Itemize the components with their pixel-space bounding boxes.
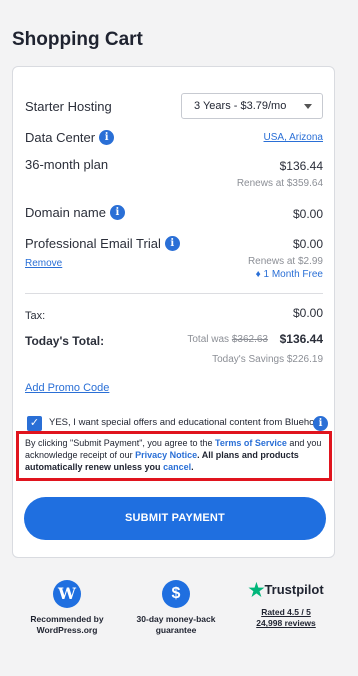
payment-notice: By clicking "Submit Payment", you agree … bbox=[16, 431, 332, 481]
wordpress-badge: W Recommended by WordPress.org bbox=[22, 580, 112, 636]
tax-row: Tax: $0.00 bbox=[25, 306, 323, 324]
domain-price: $0.00 bbox=[292, 207, 323, 221]
total-label: Today's Total: bbox=[25, 334, 105, 348]
email-renews: Renews at $2.99 bbox=[247, 256, 323, 267]
data-center-row: Data Center i USA, Arizona bbox=[25, 129, 323, 147]
terms-of-service-link[interactable]: Terms of Service bbox=[215, 438, 287, 448]
cart-card: Starter Hosting 3 Years - $3.79/mo Data … bbox=[12, 66, 335, 558]
offers-consent-text: YES, I want special offers and education… bbox=[49, 417, 325, 428]
wordpress-line1: Recommended by bbox=[30, 614, 104, 624]
plan-label: 36-month plan bbox=[25, 157, 109, 172]
trustpilot-brand: Trustpilot bbox=[264, 582, 324, 597]
wordpress-icon: W bbox=[53, 580, 81, 608]
term-select-value: 3 Years - $3.79/mo bbox=[194, 100, 287, 112]
trustpilot-reviews[interactable]: 24,998 reviews bbox=[256, 618, 316, 628]
data-center-link[interactable]: USA, Arizona bbox=[264, 132, 323, 143]
offers-checkbox[interactable]: ✓ bbox=[27, 416, 42, 431]
info-icon[interactable]: i bbox=[109, 205, 125, 221]
privacy-notice-link[interactable]: Privacy Notice bbox=[135, 450, 197, 460]
add-promo-link[interactable]: Add Promo Code bbox=[25, 382, 109, 394]
product-label: Starter Hosting bbox=[25, 99, 112, 114]
page-title: Shopping Cart bbox=[12, 29, 143, 50]
plan-price: $136.44 bbox=[279, 159, 323, 173]
promo-row: Add Promo Code bbox=[25, 378, 323, 396]
trustpilot-star-icon: ★ bbox=[248, 580, 265, 600]
remove-email-link[interactable]: Remove bbox=[25, 258, 62, 269]
term-select[interactable]: 3 Years - $3.79/mo bbox=[181, 93, 323, 119]
chevron-down-icon bbox=[304, 104, 312, 109]
moneyback-badge: $ 30-day money-back guarantee bbox=[128, 580, 224, 636]
email-price: $0.00 bbox=[292, 237, 323, 251]
trustpilot-rating[interactable]: Rated 4.5 / 5 bbox=[261, 607, 311, 617]
free-month-text: 1 Month Free bbox=[263, 269, 323, 280]
trustpilot-badge: ★Trustpilot Rated 4.5 / 5 24,998 reviews bbox=[238, 581, 334, 629]
email-label: Professional Email Trial bbox=[25, 236, 161, 251]
cancel-link[interactable]: cancel bbox=[163, 462, 191, 472]
wordpress-line2: WordPress.org bbox=[36, 625, 98, 635]
email-row: Professional Email Trial i $0.00 Remove R… bbox=[25, 235, 323, 285]
tax-value: $0.00 bbox=[292, 306, 323, 320]
submit-payment-button[interactable]: SUBMIT PAYMENT bbox=[24, 497, 326, 540]
total-row: Today's Total: $136.44 Total was $362.63… bbox=[25, 332, 323, 368]
domain-label: Domain name bbox=[25, 205, 106, 220]
total-value: $136.44 bbox=[279, 332, 323, 346]
total-savings: Today's Savings $226.19 bbox=[212, 354, 323, 365]
info-icon[interactable]: i bbox=[313, 416, 328, 431]
total-was-prefix: Total was bbox=[187, 334, 230, 345]
notice-text: By clicking "Submit Payment", you agree … bbox=[25, 438, 213, 448]
data-center-label: Data Center bbox=[25, 130, 96, 145]
plan-row: 36-month plan $136.44 Renews at $359.64 bbox=[25, 156, 323, 196]
free-month-badge: ♦ 1 Month Free bbox=[256, 269, 323, 280]
moneyback-line1: 30-day money-back bbox=[136, 614, 216, 624]
notice-text: . bbox=[191, 462, 194, 472]
info-icon[interactable]: i bbox=[164, 236, 180, 252]
divider bbox=[25, 293, 323, 294]
info-icon[interactable]: i bbox=[99, 130, 115, 146]
total-was: Total was $362.63 bbox=[187, 334, 268, 345]
dollar-refresh-icon: $ bbox=[162, 580, 190, 608]
total-was-value: $362.63 bbox=[231, 334, 268, 345]
tax-label: Tax: bbox=[25, 310, 46, 322]
domain-row: Domain name i $0.00 bbox=[25, 204, 323, 222]
tag-icon: ♦ bbox=[255, 269, 261, 280]
plan-renews: Renews at $359.64 bbox=[236, 178, 323, 189]
moneyback-line2: guarantee bbox=[155, 625, 197, 635]
checkmark-icon: ✓ bbox=[29, 417, 40, 429]
